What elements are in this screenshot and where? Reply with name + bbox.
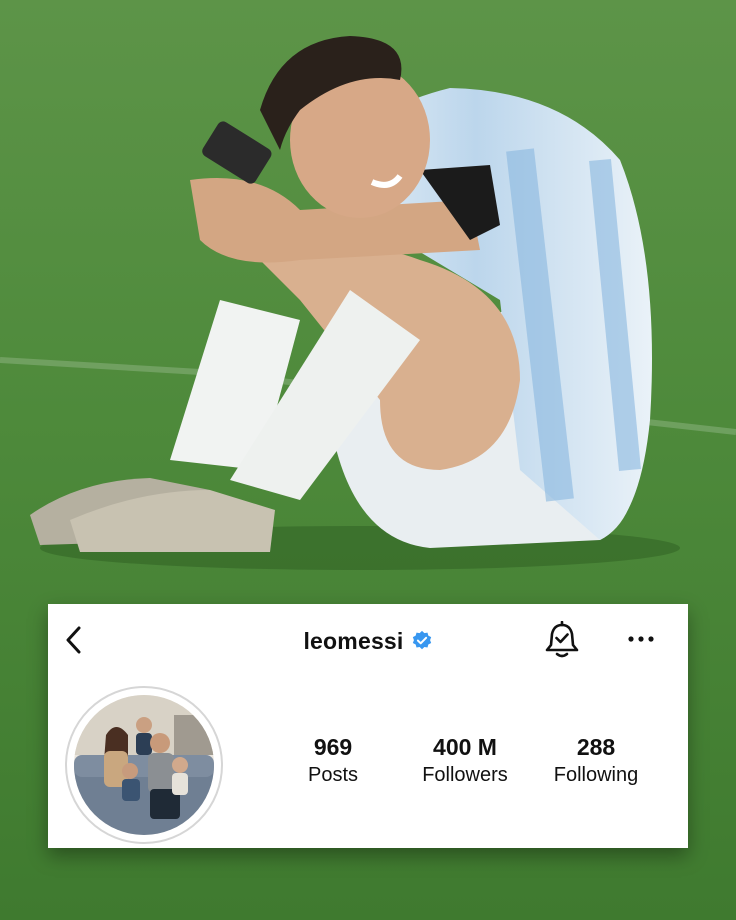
stat-posts[interactable]: 969 Posts — [268, 732, 398, 788]
bell-check-icon[interactable] — [544, 621, 580, 659]
posts-label: Posts — [307, 764, 359, 786]
followers-count: 400 M — [433, 734, 497, 760]
verified-badge-icon — [412, 630, 431, 650]
stat-followers[interactable]: 400 M Followers — [400, 732, 530, 788]
more-horizontal-icon[interactable] — [624, 628, 658, 650]
profile-avatar[interactable] — [65, 686, 223, 844]
following-label: Following — [553, 764, 639, 786]
username: leomessi — [303, 627, 404, 654]
stat-following[interactable]: 288 Following — [531, 732, 661, 788]
username-row: leomessi — [48, 626, 688, 656]
family-photo-avatar — [74, 695, 214, 835]
profile-header: leomessi — [48, 604, 688, 676]
instagram-profile-card: leomessi 969 Posts 400 M Followers 288 F… — [48, 604, 688, 848]
following-count: 288 — [576, 734, 616, 760]
followers-label: Followers — [422, 764, 508, 786]
posts-count: 969 — [313, 734, 353, 760]
